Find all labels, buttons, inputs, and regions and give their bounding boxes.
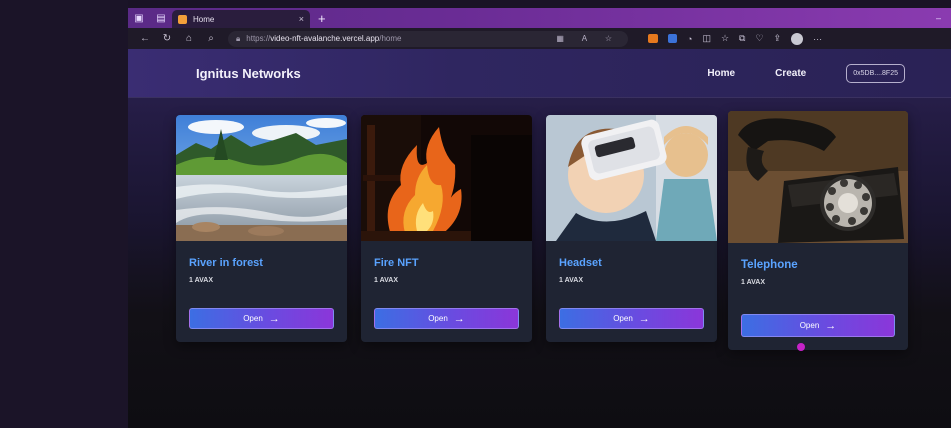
vr-headset-image <box>546 115 717 241</box>
nft-card-grid: River in forest 1 AVAX Open → Fire NFT 1… <box>128 107 951 407</box>
arrow-right-icon: → <box>453 312 465 325</box>
lock-icon: 🔒︎ <box>236 33 241 43</box>
home-icon[interactable]: ⌂ <box>178 33 200 44</box>
fire-image <box>361 115 532 241</box>
url-prefix: https:// <box>246 34 271 43</box>
url-host: video-nft-avalanche.vercel.app <box>270 34 380 43</box>
more-menu-icon[interactable]: ··· <box>813 34 822 44</box>
tab-actions-icon[interactable]: ▤ <box>150 8 172 28</box>
open-button[interactable]: Open → <box>741 314 895 337</box>
tab-bar: ▣ ▤ Home × + – <box>128 8 951 28</box>
card-price: 1 AVAX <box>559 277 583 284</box>
address-bar-row: ← ↻ ⌂ ⌕ 🔒︎ https:// video-nft-avalanche.… <box>128 28 951 49</box>
extensions-toolbar: ◔ ◫ ☆ ⧉ ♡ ⇪ ··· <box>648 32 822 45</box>
url-path: /home <box>379 34 402 43</box>
nav-link-create[interactable]: Create <box>775 68 806 79</box>
nft-card: Telephone 1 AVAX Open → <box>728 111 908 350</box>
metamask-icon[interactable] <box>648 34 658 43</box>
desktop-background <box>0 0 128 428</box>
collections-icon[interactable]: ⧉ <box>739 33 745 44</box>
heart-icon[interactable]: ♡ <box>755 33 763 44</box>
favicon-icon <box>178 14 187 24</box>
open-button-label: Open <box>243 314 263 323</box>
card-price: 1 AVAX <box>374 277 398 284</box>
nft-card: Headset 1 AVAX Open → <box>546 115 717 342</box>
address-bar-icons[interactable]: ▦ A ☆ <box>556 34 620 43</box>
arrow-right-icon: → <box>268 312 280 325</box>
tab-home[interactable]: Home × <box>172 10 310 28</box>
workspaces-icon[interactable]: ▣ <box>128 8 150 28</box>
share-icon[interactable]: ⇪ <box>774 33 782 44</box>
back-icon[interactable]: ← <box>134 33 156 44</box>
close-tab-icon[interactable]: × <box>299 14 304 24</box>
nft-card: Fire NFT 1 AVAX Open → <box>361 115 532 342</box>
mouse-cursor <box>797 343 805 351</box>
wallet-address-button[interactable]: 0x5DB....8F25 <box>846 63 905 83</box>
profile-avatar[interactable] <box>791 32 804 45</box>
arrow-right-icon: → <box>638 312 650 325</box>
arrow-right-icon: → <box>825 319 837 332</box>
card-title: Headset <box>559 257 602 269</box>
copilot-icon[interactable]: ◔ <box>687 34 692 44</box>
nav-links: Home Create 0x5DB....8F25 <box>707 63 951 83</box>
minimize-button[interactable]: – <box>936 13 951 23</box>
open-button-label: Open <box>428 314 448 323</box>
new-tab-button[interactable]: + <box>318 11 326 26</box>
card-price: 1 AVAX <box>189 277 213 284</box>
web-page: Ignitus Networks Home Create 0x5DB....8F… <box>128 49 951 428</box>
nft-card: River in forest 1 AVAX Open → <box>176 115 347 342</box>
card-price: 1 AVAX <box>741 279 765 286</box>
brand-title[interactable]: Ignitus Networks <box>196 66 301 81</box>
nav-link-home[interactable]: Home <box>707 68 735 79</box>
open-button[interactable]: Open → <box>374 308 519 329</box>
open-button-label: Open <box>613 314 633 323</box>
open-button[interactable]: Open → <box>189 308 334 329</box>
river-image <box>176 115 347 241</box>
split-screen-icon[interactable]: ◫ <box>702 33 711 44</box>
favorites-icon[interactable]: ☆ <box>721 33 729 44</box>
extension-icon[interactable] <box>668 34 677 43</box>
card-title: Fire NFT <box>374 257 419 269</box>
telephone-image <box>728 111 908 243</box>
card-title: Telephone <box>741 259 798 271</box>
open-button[interactable]: Open → <box>559 308 704 329</box>
open-button-label: Open <box>799 321 820 330</box>
tab-title: Home <box>193 14 215 24</box>
card-title: River in forest <box>189 257 263 269</box>
site-navbar: Ignitus Networks Home Create 0x5DB....8F… <box>128 49 951 98</box>
search-icon[interactable]: ⌕ <box>200 33 222 44</box>
browser-window: ▣ ▤ Home × + – ← ↻ ⌂ ⌕ 🔒︎ https:// video… <box>128 8 951 428</box>
address-bar[interactable]: 🔒︎ https:// video-nft-avalanche.vercel.a… <box>228 30 628 47</box>
refresh-icon[interactable]: ↻ <box>156 33 178 44</box>
